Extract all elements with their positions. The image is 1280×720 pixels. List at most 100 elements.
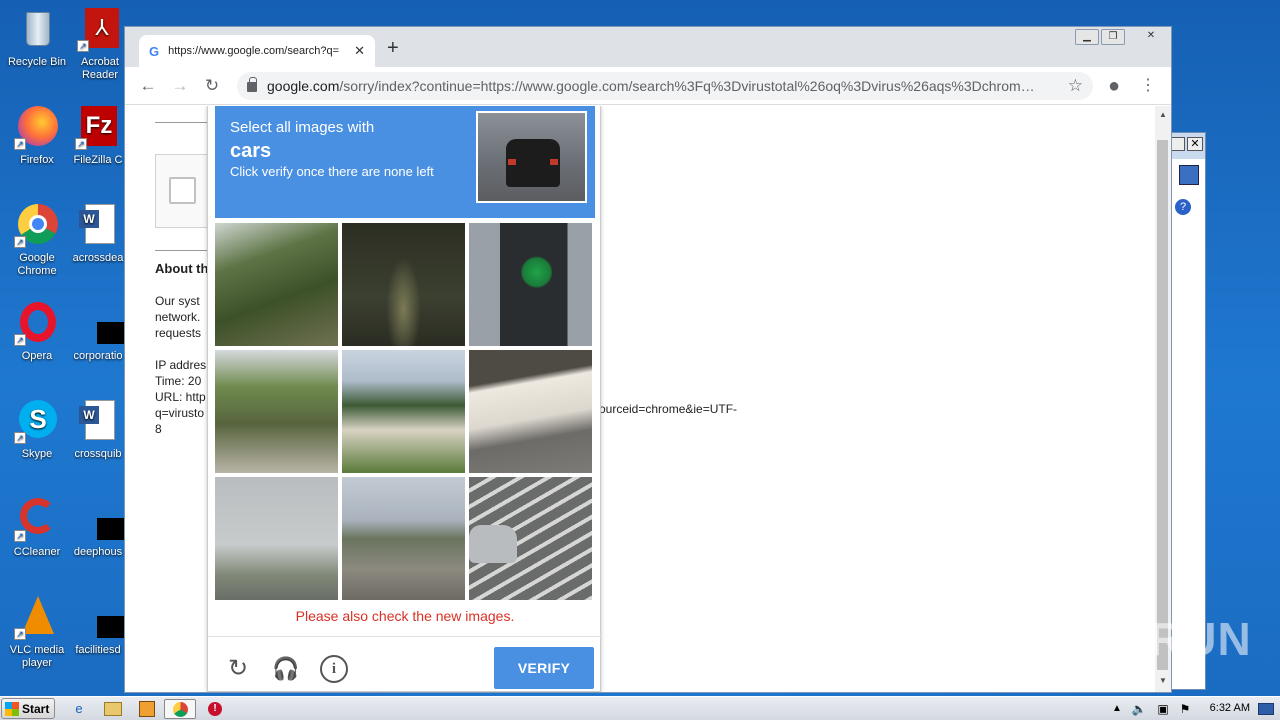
desktop-icon-opera[interactable]: ↗ Opera <box>0 300 74 363</box>
url-line: 8 <box>155 422 162 436</box>
address-url: google.com/sorry/index?continue=https://… <box>267 78 1035 94</box>
windows-logo-icon <box>5 701 19 716</box>
show-desktop-icon[interactable] <box>1258 703 1274 715</box>
target-object: cars <box>230 140 272 162</box>
maximize-icon[interactable] <box>1171 137 1185 151</box>
url-line: URL: http <box>155 390 206 404</box>
time-line: Time: 20 <box>155 374 202 388</box>
tab-title: https://www.google.com/search?q= <box>168 45 340 57</box>
media-player-taskbar-icon[interactable] <box>134 699 160 719</box>
instruction-subtext: Click verify once there are none left <box>230 164 434 179</box>
firefox-icon: ↗ <box>14 104 60 150</box>
address-bar[interactable]: google.com/sorry/index?continue=https://… <box>237 72 1093 100</box>
action-center-flag-icon[interactable]: ⚑ <box>1172 699 1198 719</box>
desktop-icon-chrome[interactable]: ↗ Google Chrome <box>0 202 74 278</box>
scroll-down-icon[interactable]: ▼ <box>1155 676 1171 690</box>
challenge-header: Select all images with cars Click verify… <box>215 106 595 218</box>
audio-challenge-icon[interactable]: 🎧 <box>272 655 300 683</box>
tile-trees[interactable] <box>215 223 338 346</box>
tile-bridge-road[interactable] <box>342 477 465 600</box>
info-icon[interactable]: i <box>320 655 348 683</box>
url-line: q=virusto <box>155 406 205 420</box>
browser-toolbar: ← → ↻ google.com/sorry/index?continue=ht… <box>125 67 1171 105</box>
help-icon[interactable]: ? <box>1175 199 1191 215</box>
desktop-icon-deephous[interactable]: deephous <box>66 496 133 559</box>
scroll-up-icon[interactable]: ▲ <box>1155 110 1171 124</box>
tile-palm-street[interactable] <box>215 350 338 473</box>
anyrun-watermark: ANY RUN <box>1036 613 1252 665</box>
reload-challenge-icon[interactable]: ↻ <box>224 655 252 683</box>
instruction-text: Select all images with <box>230 119 375 136</box>
image-grid <box>215 223 596 604</box>
bookmark-star-icon[interactable]: ☆ <box>1068 76 1083 96</box>
desktop-icon-skype[interactable]: S ↗ Skype <box>0 398 74 461</box>
browser-window: G https://www.google.com/search?q= ✕ + ▁… <box>124 26 1172 693</box>
black-file-icon <box>75 496 133 542</box>
recycle-bin-icon <box>14 6 60 52</box>
opera-taskbar-icon[interactable]: ! <box>202 699 228 719</box>
taskbar: Start e ! ▲ 🔈 ▣ ⚑ 6:32 AM <box>0 696 1280 720</box>
desktop-icon-vlc[interactable]: ↗ VLC media player <box>0 594 74 670</box>
about-heading: About th <box>155 261 209 276</box>
tab-strip: G https://www.google.com/search?q= ✕ + ▁… <box>125 27 1171 67</box>
explorer-taskbar-icon[interactable] <box>100 699 126 719</box>
recaptcha-anchor <box>155 154 215 228</box>
filezilla-icon: Fz ↗ <box>75 104 121 150</box>
tile-dark-trees[interactable] <box>342 223 465 346</box>
ie-taskbar-icon[interactable]: e <box>66 699 92 719</box>
tile-traffic-light[interactable] <box>469 223 592 346</box>
tile-palm-sky[interactable] <box>215 477 338 600</box>
chrome-taskbar-icon[interactable] <box>164 699 196 719</box>
divider <box>155 122 215 123</box>
minimize-button[interactable]: ▁ <box>1075 29 1099 45</box>
word-doc-icon: W <box>75 202 121 248</box>
vertical-scrollbar[interactable]: ▲ ▼ <box>1155 106 1171 692</box>
vlc-icon: ↗ <box>14 594 60 640</box>
skype-icon: S ↗ <box>14 398 60 444</box>
desktop-icon-acrossdea[interactable]: W acrossdea <box>66 202 130 265</box>
error-message: Please also check the new images. <box>295 608 515 624</box>
desktop-icon-corporatio[interactable]: corporatio <box>66 300 133 363</box>
tile-street-pole[interactable] <box>342 350 465 473</box>
desktop-icon-recycle-bin[interactable]: Recycle Bin <box>0 6 74 69</box>
new-tab-button[interactable]: + <box>387 37 399 60</box>
close-icon[interactable]: ✕ <box>1187 137 1203 151</box>
url-line-tail: ourceid=chrome&ie=UTF- <box>599 402 738 416</box>
profile-icon[interactable]: ● <box>1101 73 1127 99</box>
word-doc-icon: W <box>75 398 121 444</box>
close-window-button[interactable]: ✕ <box>1133 29 1169 45</box>
lock-icon <box>247 77 257 92</box>
desktop-icon-filezilla[interactable]: Fz ↗ FileZilla C <box>66 104 130 167</box>
divider <box>155 250 215 251</box>
tile-car-crosswalk[interactable] <box>469 477 592 600</box>
para-line: requests <box>155 326 202 340</box>
background-window[interactable]: ✕ ? <box>1168 132 1206 690</box>
desktop-icon-acrobat[interactable]: ⅄ ↗ Acrobat Reader <box>70 6 130 82</box>
reload-button[interactable]: ↻ <box>199 73 225 99</box>
menu-icon[interactable]: ⋮ <box>1135 73 1161 99</box>
desktop-icon-facilitiesd[interactable]: facilitiesd <box>66 594 133 657</box>
recaptcha-challenge: Select all images with cars Click verify… <box>207 106 602 692</box>
volume-icon[interactable]: 🔈 <box>1126 699 1152 719</box>
tab-active[interactable]: G https://www.google.com/search?q= ✕ <box>139 35 375 67</box>
verify-button[interactable]: VERIFY <box>494 647 594 689</box>
black-file-icon <box>75 300 133 346</box>
desktop-icon-crossquib[interactable]: W crossquib <box>66 398 130 461</box>
search-icon[interactable] <box>1179 165 1199 185</box>
scroll-thumb[interactable] <box>1157 140 1168 670</box>
start-button[interactable]: Start <box>1 698 55 719</box>
desktop-icon-ccleaner[interactable]: ↗ CCleaner <box>0 496 74 559</box>
close-tab-icon[interactable]: ✕ <box>354 43 365 59</box>
ip-line: IP addres <box>155 358 207 372</box>
tile-overpass[interactable] <box>469 350 592 473</box>
back-button[interactable]: ← <box>135 73 161 99</box>
recaptcha-checkbox[interactable] <box>169 177 196 204</box>
desktop-icon-firefox[interactable]: ↗ Firefox <box>0 104 74 167</box>
sample-car-image <box>476 111 587 203</box>
forward-button[interactable]: → <box>167 73 193 99</box>
background-window-titlebar: ✕ <box>1169 133 1205 159</box>
challenge-footer: ↻ 🎧 i VERIFY <box>208 636 602 692</box>
page-content: About th Our syst network. requests IP a… <box>125 106 1171 692</box>
restore-button[interactable]: ❐ <box>1101 29 1125 45</box>
clock[interactable]: 6:32 AM <box>1210 702 1250 714</box>
